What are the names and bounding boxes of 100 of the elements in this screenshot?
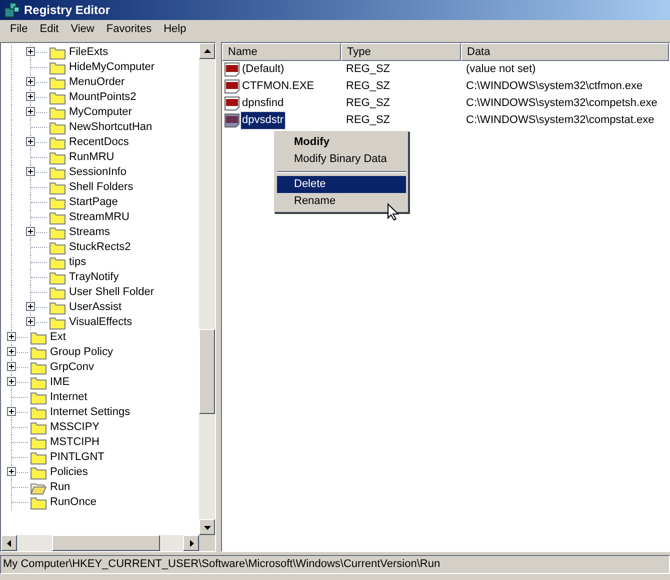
value-data: (value not set) [465,62,536,78]
folder-icon [30,330,47,344]
tree-item[interactable]: Group Policy [50,345,113,360]
tree-item[interactable]: HideMyComputer [69,60,155,75]
string-value-icon [224,96,240,111]
triangle-icon [6,540,12,546]
expand-button[interactable] [7,347,16,356]
tree-item[interactable]: StreamMRU [69,210,130,225]
expand-button[interactable] [7,377,16,386]
folder-icon [30,420,47,434]
folder-icon [30,466,47,480]
folder-icon [49,270,66,284]
expand-button[interactable] [7,407,16,416]
horizontal-scrollbar[interactable] [1,535,215,551]
tree-item[interactable]: MenuOrder [69,75,125,90]
tree-item[interactable]: Run [50,480,70,495]
scroll-down-button[interactable] [199,519,215,535]
tree-item[interactable]: MountPoints2 [69,90,136,105]
tree-item[interactable]: FileExts [69,45,108,60]
folder-icon [49,166,66,180]
folder-icon [49,226,66,240]
column-header[interactable]: Type [341,43,461,61]
expand-button[interactable] [26,107,35,116]
expand-button[interactable] [26,167,35,176]
triangle-icon [204,524,210,530]
folder-icon [49,210,66,224]
tree-item[interactable]: Ext [50,330,66,345]
tree-item[interactable]: Policies [50,465,88,480]
value-name[interactable]: CTFMON.EXE [241,78,316,95]
folder-icon [49,76,66,90]
tree-item[interactable]: Internet [50,390,88,405]
value-name[interactable]: dpvsdstr [241,112,285,129]
value-data: C:\WINDOWS\system32\compstat.exe [465,113,654,128]
menu-item[interactable]: File [4,21,34,38]
value-type: REG_SZ [345,79,392,94]
menu-option[interactable]: Modify Binary Data [277,151,406,168]
tree-item[interactable]: IME [50,375,70,390]
scroll-left-button[interactable] [1,535,17,551]
tree-item[interactable]: tips [69,255,86,270]
scroll-thumb[interactable] [199,329,215,414]
tree-item[interactable]: User Shell Folder [69,285,154,300]
tree-item[interactable]: MyComputer [69,105,132,120]
string-value-icon [224,79,240,94]
tree-item[interactable]: GrpConv [50,360,94,375]
tree-item[interactable]: RecentDocs [69,135,129,150]
folder-icon [49,286,66,300]
tree-item[interactable]: PINTLGNT [50,450,104,465]
status-bar: My Computer\HKEY_CURRENT_USER\Software\Microsoft\Windows\CurrentVersion\Run [0,555,670,574]
folder-icon [49,240,66,254]
tree-item[interactable]: NewShortcutHan [69,120,152,135]
expand-button[interactable] [26,92,35,101]
menu-item[interactable]: Edit [34,21,65,38]
tree-item[interactable]: Shell Folders [69,180,134,195]
tree-item[interactable]: RunMRU [69,150,114,165]
value-name[interactable]: dpnsfind [241,95,285,112]
tree-item[interactable]: MSSCIPY [50,420,100,435]
string-value-icon [224,113,240,128]
vertical-scrollbar[interactable] [199,43,215,535]
folder-icon [30,390,47,404]
expand-button[interactable] [26,137,35,146]
expand-button[interactable] [26,47,35,56]
menu-item[interactable]: Favorites [100,21,158,38]
scroll-right-button[interactable] [183,535,199,551]
string-value-icon [224,62,240,77]
tree-item[interactable]: Internet Settings [50,405,130,420]
triangle-icon [188,540,194,546]
folder-icon [30,406,47,420]
window-title: Registry Editor [24,2,110,19]
expand-button[interactable] [7,467,16,476]
tree-item[interactable]: VisualEffects [69,315,132,330]
expand-button[interactable] [26,77,35,86]
tree-item[interactable]: RunOnce [50,495,96,510]
folder-icon [49,120,66,134]
tree-item[interactable]: StuckRects2 [69,240,131,255]
value-type: REG_SZ [345,96,392,112]
tree-item[interactable]: SessionInfo [69,165,126,180]
column-header[interactable]: Data [461,43,669,61]
menu-item[interactable]: View [64,21,100,38]
tree-item[interactable]: StartPage [69,195,118,210]
tree-item[interactable]: UserAssist [69,300,122,315]
folder-icon [49,316,66,330]
scroll-thumb[interactable] [52,535,160,551]
scroll-up-button[interactable] [199,43,215,59]
menu-item[interactable]: Help [158,21,192,38]
scrollbar-corner [199,535,215,551]
tree-item[interactable]: Streams [69,225,110,240]
expand-button[interactable] [26,317,35,326]
expand-button[interactable] [26,227,35,236]
value-data: C:\WINDOWS\system32\ctfmon.exe [465,79,643,94]
tree-item[interactable]: TrayNotify [69,270,119,285]
expand-button[interactable] [7,332,16,341]
expand-button[interactable] [26,302,35,311]
tree-item[interactable]: MSTCIPH [50,435,100,450]
column-header[interactable]: Name [222,43,341,61]
menu-option[interactable]: Rename [277,193,406,210]
menu-option[interactable]: Delete [277,176,406,193]
menu-option[interactable]: Modify [277,134,406,151]
expand-button[interactable] [7,362,16,371]
value-name[interactable]: (Default) [241,61,286,78]
folder-icon [49,136,66,150]
